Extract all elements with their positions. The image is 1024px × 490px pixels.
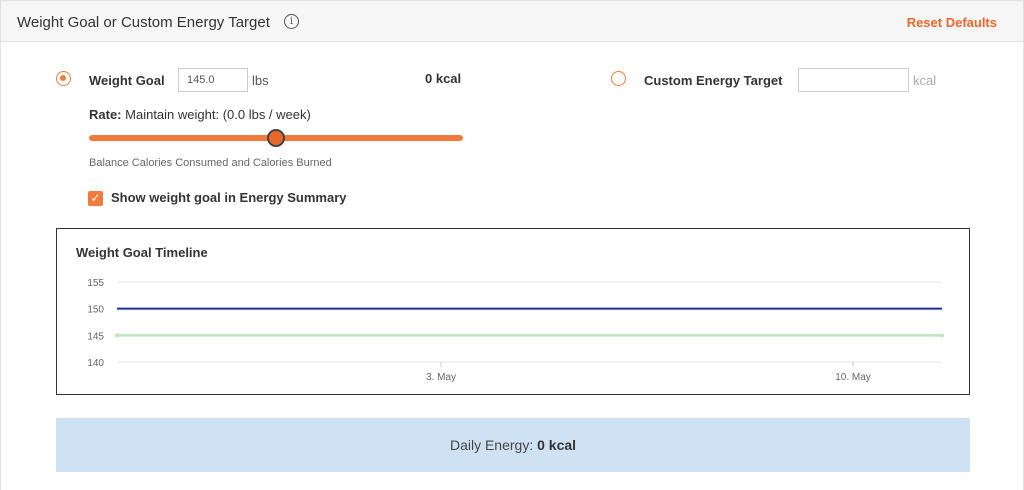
y-tick-label: 150 — [87, 305, 104, 316]
daily-energy-value: 0 kcal — [537, 437, 577, 453]
x-tick-label: 3. May — [426, 372, 456, 383]
y-tick-label: 155 — [87, 278, 104, 289]
weight-goal-label: Weight Goal — [89, 73, 165, 88]
custom-energy-label: Custom Energy Target — [644, 73, 783, 88]
custom-energy-unit: kcal — [913, 73, 937, 88]
rate-line: Rate: Maintain weight: (0.0 lbs / week) — [89, 107, 311, 122]
x-tick-label: 10. May — [835, 372, 871, 383]
weight-unit-label: lbs — [252, 73, 269, 88]
daily-energy-text: Daily Energy: 0 kcal — [56, 437, 970, 453]
weight-goal-panel: Weight Goal or Custom Energy Target i Re… — [0, 0, 1024, 490]
series-point — [940, 333, 944, 338]
weight-goal-chart: Weight Goal Timeline 155 150 145 140 3. May 1… — [56, 228, 970, 395]
daily-energy-label: Daily Energy: — [449, 437, 534, 453]
daily-energy-bar: Daily Energy: 0 kcal — [56, 418, 970, 472]
rate-text: Maintain weight: (0.0 lbs / week) — [125, 107, 311, 122]
y-tick-label: 140 — [87, 358, 104, 369]
reset-defaults-link[interactable]: Reset Defaults — [907, 15, 997, 30]
info-icon[interactable]: i — [284, 14, 299, 29]
rate-slider-thumb[interactable] — [267, 129, 285, 147]
panel-header: Weight Goal or Custom Energy Target i Re… — [1, 0, 1023, 42]
weight-goal-kcal: 0 kcal — [425, 71, 462, 86]
custom-energy-input[interactable] — [798, 68, 909, 92]
balance-description: Balance Calories Consumed and Calories B… — [89, 157, 332, 169]
panel-title: Weight Goal or Custom Energy Target — [17, 14, 270, 31]
weight-goal-input[interactable] — [178, 68, 248, 92]
show-in-summary-checkbox[interactable]: ✓ — [88, 191, 103, 206]
show-in-summary-label: Show weight goal in Energy Summary — [111, 190, 347, 205]
weight-goal-radio[interactable] — [56, 71, 71, 86]
rate-label: Rate: — [89, 107, 122, 122]
chart-plot: 155 150 145 140 3. May 10. May — [87, 278, 944, 383]
series-point — [115, 333, 119, 338]
custom-energy-radio[interactable] — [611, 71, 626, 86]
y-tick-label: 145 — [87, 331, 104, 342]
